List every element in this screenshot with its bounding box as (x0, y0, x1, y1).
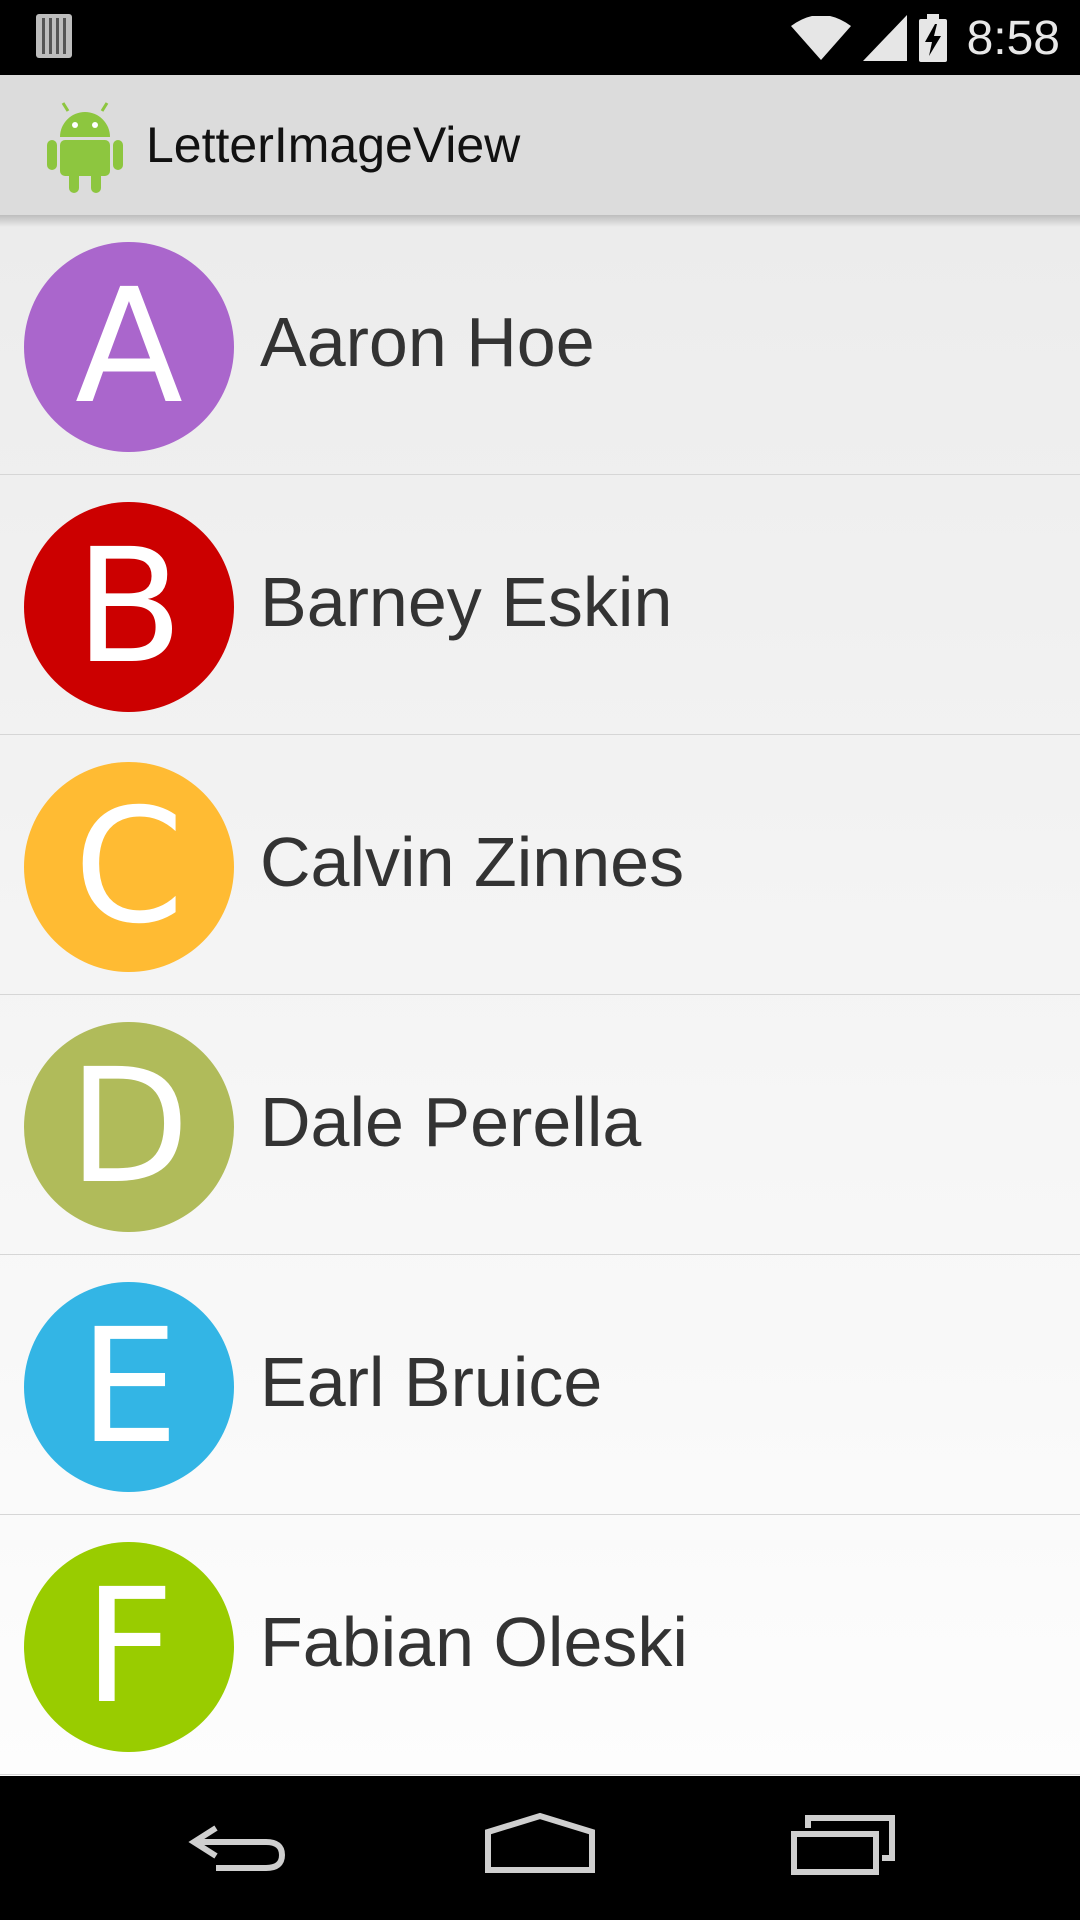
wifi-icon (790, 16, 851, 60)
contact-name: Earl Bruice (260, 1343, 603, 1421)
letter-avatar: A (24, 242, 234, 452)
list-item[interactable]: A Aaron Hoe (0, 215, 1080, 475)
list-item[interactable]: C Calvin Zinnes (0, 735, 1080, 995)
contact-name: Aaron Hoe (260, 303, 595, 381)
recent-apps-icon[interactable] (790, 1812, 896, 1876)
list-item[interactable]: E Earl Bruice (0, 1255, 1080, 1515)
storage-notification-icon (36, 14, 72, 58)
letter-avatar: C (24, 762, 234, 972)
contact-name: Dale Perella (260, 1083, 642, 1161)
status-time: 8:58 (966, 11, 1060, 65)
action-bar-shadow (0, 215, 1080, 227)
list-item[interactable]: B Barney Eskin (0, 475, 1080, 735)
battery-charging-icon (918, 14, 947, 62)
contact-list[interactable]: A Aaron Hoe B Barney Eskin C Calvin Zinn… (0, 215, 1080, 1776)
letter-avatar: B (24, 502, 234, 712)
status-bar: 8:58 (0, 0, 1080, 75)
letter-avatar: F (24, 1542, 234, 1752)
android-logo-icon (47, 102, 123, 193)
letter-avatar: E (24, 1282, 234, 1492)
contact-name: Fabian Oleski (260, 1603, 688, 1681)
home-icon[interactable] (484, 1812, 596, 1876)
letter-avatar: D (24, 1022, 234, 1232)
action-bar: LetterImageView (0, 75, 1080, 215)
contact-name: Barney Eskin (260, 563, 673, 641)
contact-name: Calvin Zinnes (260, 823, 685, 901)
list-item[interactable]: F Fabian Oleski (0, 1515, 1080, 1775)
app-title: LetterImageView (146, 117, 521, 173)
navigation-bar (0, 1776, 1080, 1920)
back-icon[interactable] (186, 1812, 290, 1876)
signal-icon (862, 15, 907, 61)
list-item[interactable]: D Dale Perella (0, 995, 1080, 1255)
